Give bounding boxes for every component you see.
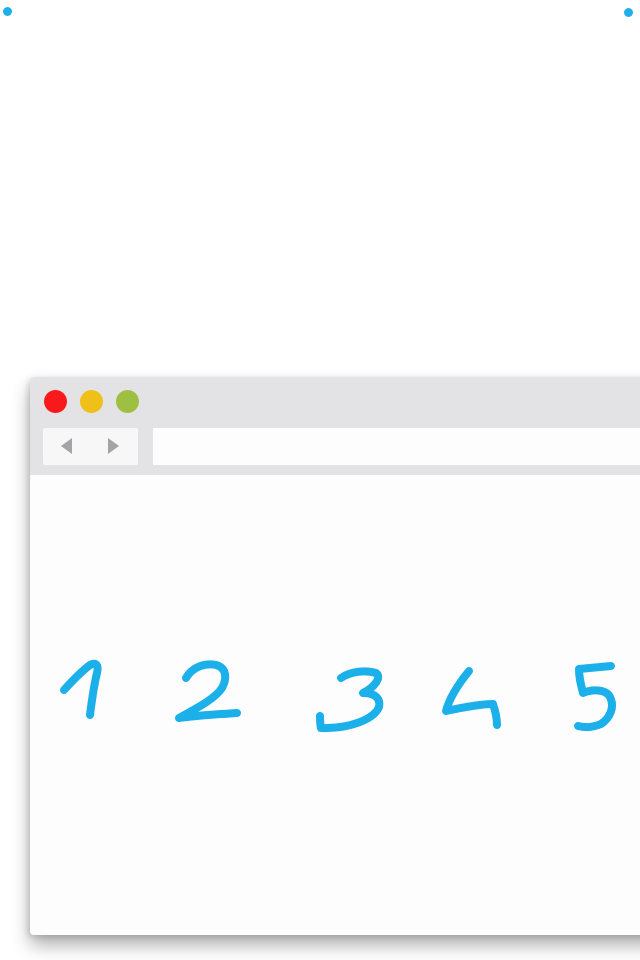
digit-4-stroke bbox=[442, 667, 501, 729]
digit-2-stroke bbox=[175, 660, 241, 722]
minimize-dot-icon[interactable] bbox=[80, 390, 103, 413]
navigation-buttons bbox=[43, 428, 138, 465]
handwritten-digits bbox=[60, 659, 616, 733]
corner-dot-top-left bbox=[3, 7, 12, 16]
corner-dot-top-right bbox=[624, 8, 633, 17]
browser-title-bar bbox=[30, 377, 640, 475]
back-arrow-icon[interactable] bbox=[57, 436, 77, 456]
digit-1-stroke bbox=[60, 659, 102, 719]
close-dot-icon[interactable] bbox=[44, 390, 67, 413]
address-bar-input[interactable] bbox=[153, 428, 640, 465]
page-content: 1 2 3 4 5 bbox=[30, 475, 640, 935]
zoom-dot-icon[interactable] bbox=[116, 390, 139, 413]
digit-5-stroke bbox=[574, 662, 616, 732]
forward-arrow-icon[interactable] bbox=[103, 436, 123, 456]
digit-3-stroke bbox=[316, 667, 384, 733]
browser-window: 1 2 3 4 5 bbox=[30, 377, 640, 935]
